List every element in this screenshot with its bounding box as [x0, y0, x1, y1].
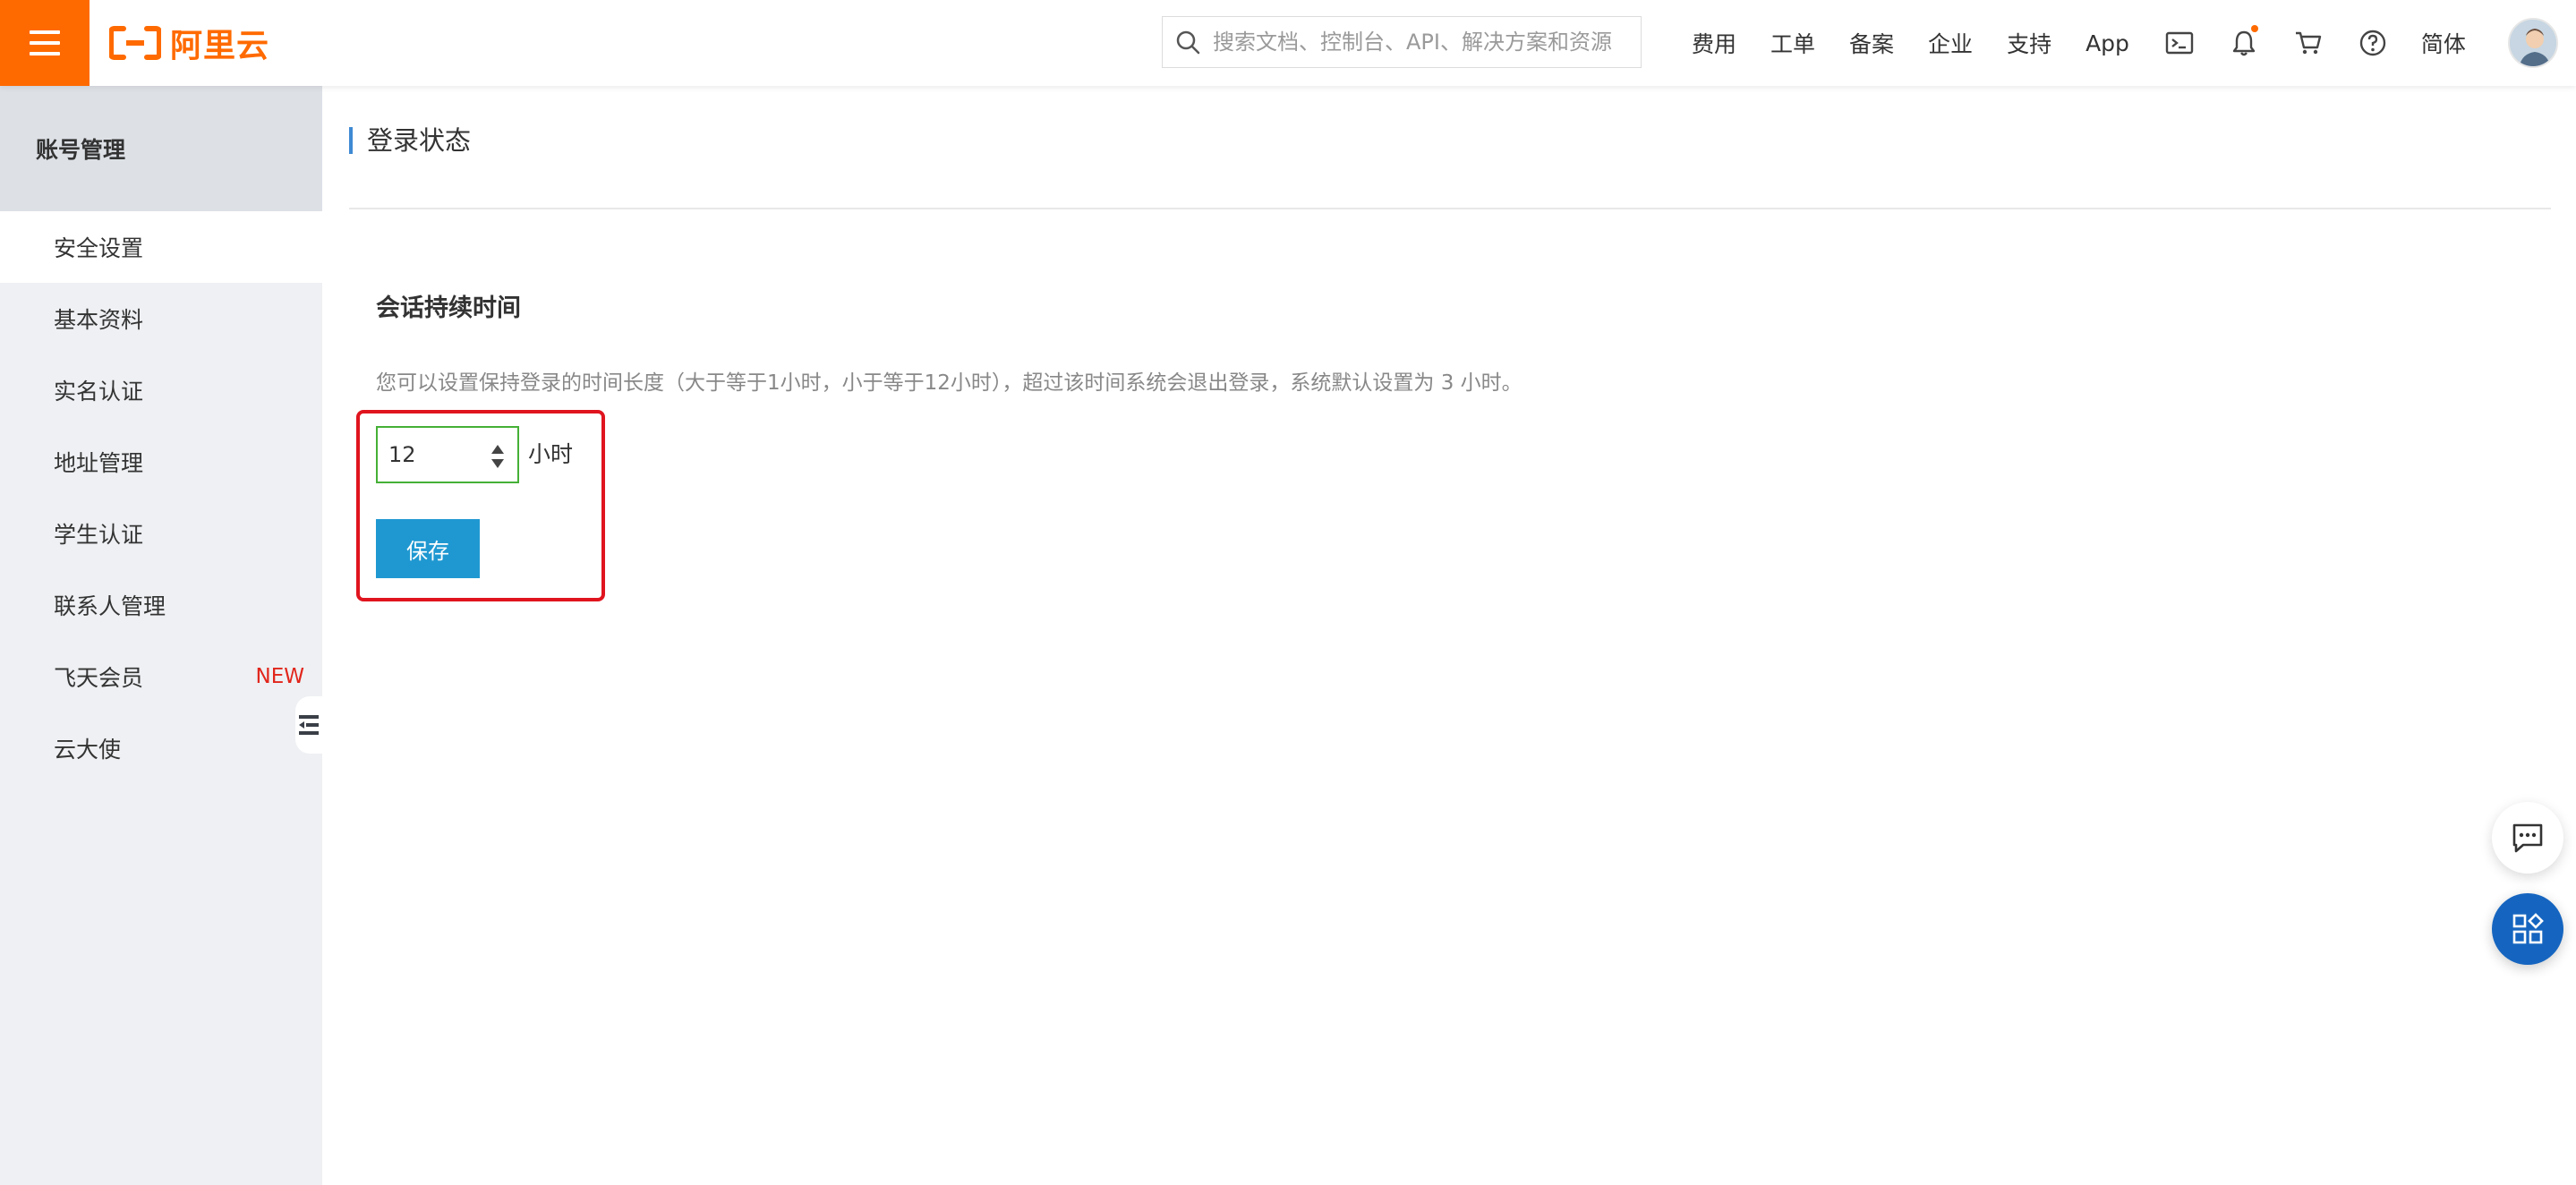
spinner-down-icon[interactable]: [490, 458, 505, 469]
divider: [349, 208, 2551, 209]
sidebar-item-profile[interactable]: 基本资料: [0, 283, 322, 354]
search-icon: [1176, 30, 1200, 55]
sidebar: 账号管理 安全设置 基本资料 实名认证 地址管理 学生认证 联系人管理 飞天会员…: [0, 86, 322, 1185]
sidebar-header: 账号管理: [0, 86, 322, 211]
spinner-icon[interactable]: [490, 444, 505, 469]
cart-icon[interactable]: [2292, 27, 2324, 59]
sidebar-item-student[interactable]: 学生认证: [0, 498, 322, 569]
collapse-menu-icon: [299, 715, 319, 735]
apps-grid-icon: [2512, 913, 2544, 944]
nav-link-support[interactable]: 支持: [2007, 27, 2051, 59]
sidebar-item-address[interactable]: 地址管理: [0, 426, 322, 498]
brand-logo[interactable]: 阿里云: [109, 21, 269, 64]
nav-link-icp[interactable]: 备案: [1849, 27, 1894, 59]
hamburger-icon: [30, 30, 60, 55]
avatar[interactable]: [2508, 18, 2558, 68]
search-box[interactable]: [1162, 16, 1642, 68]
top-nav: 费用 工单 备案 企业 支持 App 简体: [1692, 0, 2500, 86]
language-switch[interactable]: 简体: [2421, 27, 2466, 59]
chat-icon: [2512, 823, 2543, 853]
user-avatar-icon: [2510, 20, 2556, 66]
search-input[interactable]: [1213, 30, 1625, 55]
new-badge: NEW: [255, 665, 304, 688]
nav-link-app[interactable]: App: [2086, 30, 2129, 56]
section-title: 会话持续时间: [376, 294, 521, 322]
sidebar-item-label: 安全设置: [54, 235, 144, 261]
bell-icon[interactable]: [2228, 25, 2260, 59]
page-title: 登录状态: [349, 127, 471, 154]
save-button[interactable]: 保存: [376, 519, 480, 578]
sidebar-item-realname[interactable]: 实名认证: [0, 354, 322, 426]
chat-button[interactable]: [2492, 802, 2563, 874]
unit-label: 小时: [528, 441, 574, 467]
sidebar-item-ambassador[interactable]: 云大使: [0, 712, 322, 784]
nav-link-fees[interactable]: 费用: [1692, 27, 1736, 59]
sidebar-item-label: 学生认证: [54, 522, 144, 548]
sidebar-item-contacts[interactable]: 联系人管理: [0, 569, 322, 641]
sidebar-item-label: 云大使: [54, 737, 122, 763]
session-duration-stepper[interactable]: [376, 426, 519, 483]
brand-name: 阿里云: [170, 28, 270, 64]
sidebar-collapse-button[interactable]: [295, 696, 322, 754]
sidebar-item-membership[interactable]: 飞天会员 NEW: [0, 641, 322, 712]
sidebar-item-label: 基本资料: [54, 307, 144, 333]
sidebar-item-label: 实名认证: [54, 379, 144, 405]
description-text: 您可以设置保持登录的时间长度（大于等于1小时，小于等于12小时），超过该时间系统…: [376, 371, 1523, 395]
sidebar-item-label: 地址管理: [54, 450, 144, 476]
nav-link-enterprise[interactable]: 企业: [1928, 27, 1973, 59]
aliyun-logo-icon: [109, 26, 161, 60]
sidebar-item-label: 飞天会员: [54, 665, 144, 691]
terminal-icon[interactable]: [2163, 27, 2196, 59]
top-bar: 阿里云 费用 工单 备案 企业 支持 App: [0, 0, 2576, 86]
menu-button[interactable]: [0, 0, 90, 86]
session-duration-input[interactable]: [388, 442, 474, 467]
apps-button[interactable]: [2492, 893, 2563, 965]
sidebar-item-security[interactable]: 安全设置: [0, 211, 322, 283]
help-icon[interactable]: [2357, 27, 2389, 59]
nav-link-tickets[interactable]: 工单: [1770, 27, 1815, 59]
main-content: 登录状态 会话持续时间 您可以设置保持登录的时间长度（大于等于1小时，小于等于1…: [322, 86, 2576, 1185]
spinner-up-icon[interactable]: [490, 444, 505, 455]
sidebar-item-label: 联系人管理: [54, 593, 166, 619]
notification-dot: [2250, 25, 2258, 32]
